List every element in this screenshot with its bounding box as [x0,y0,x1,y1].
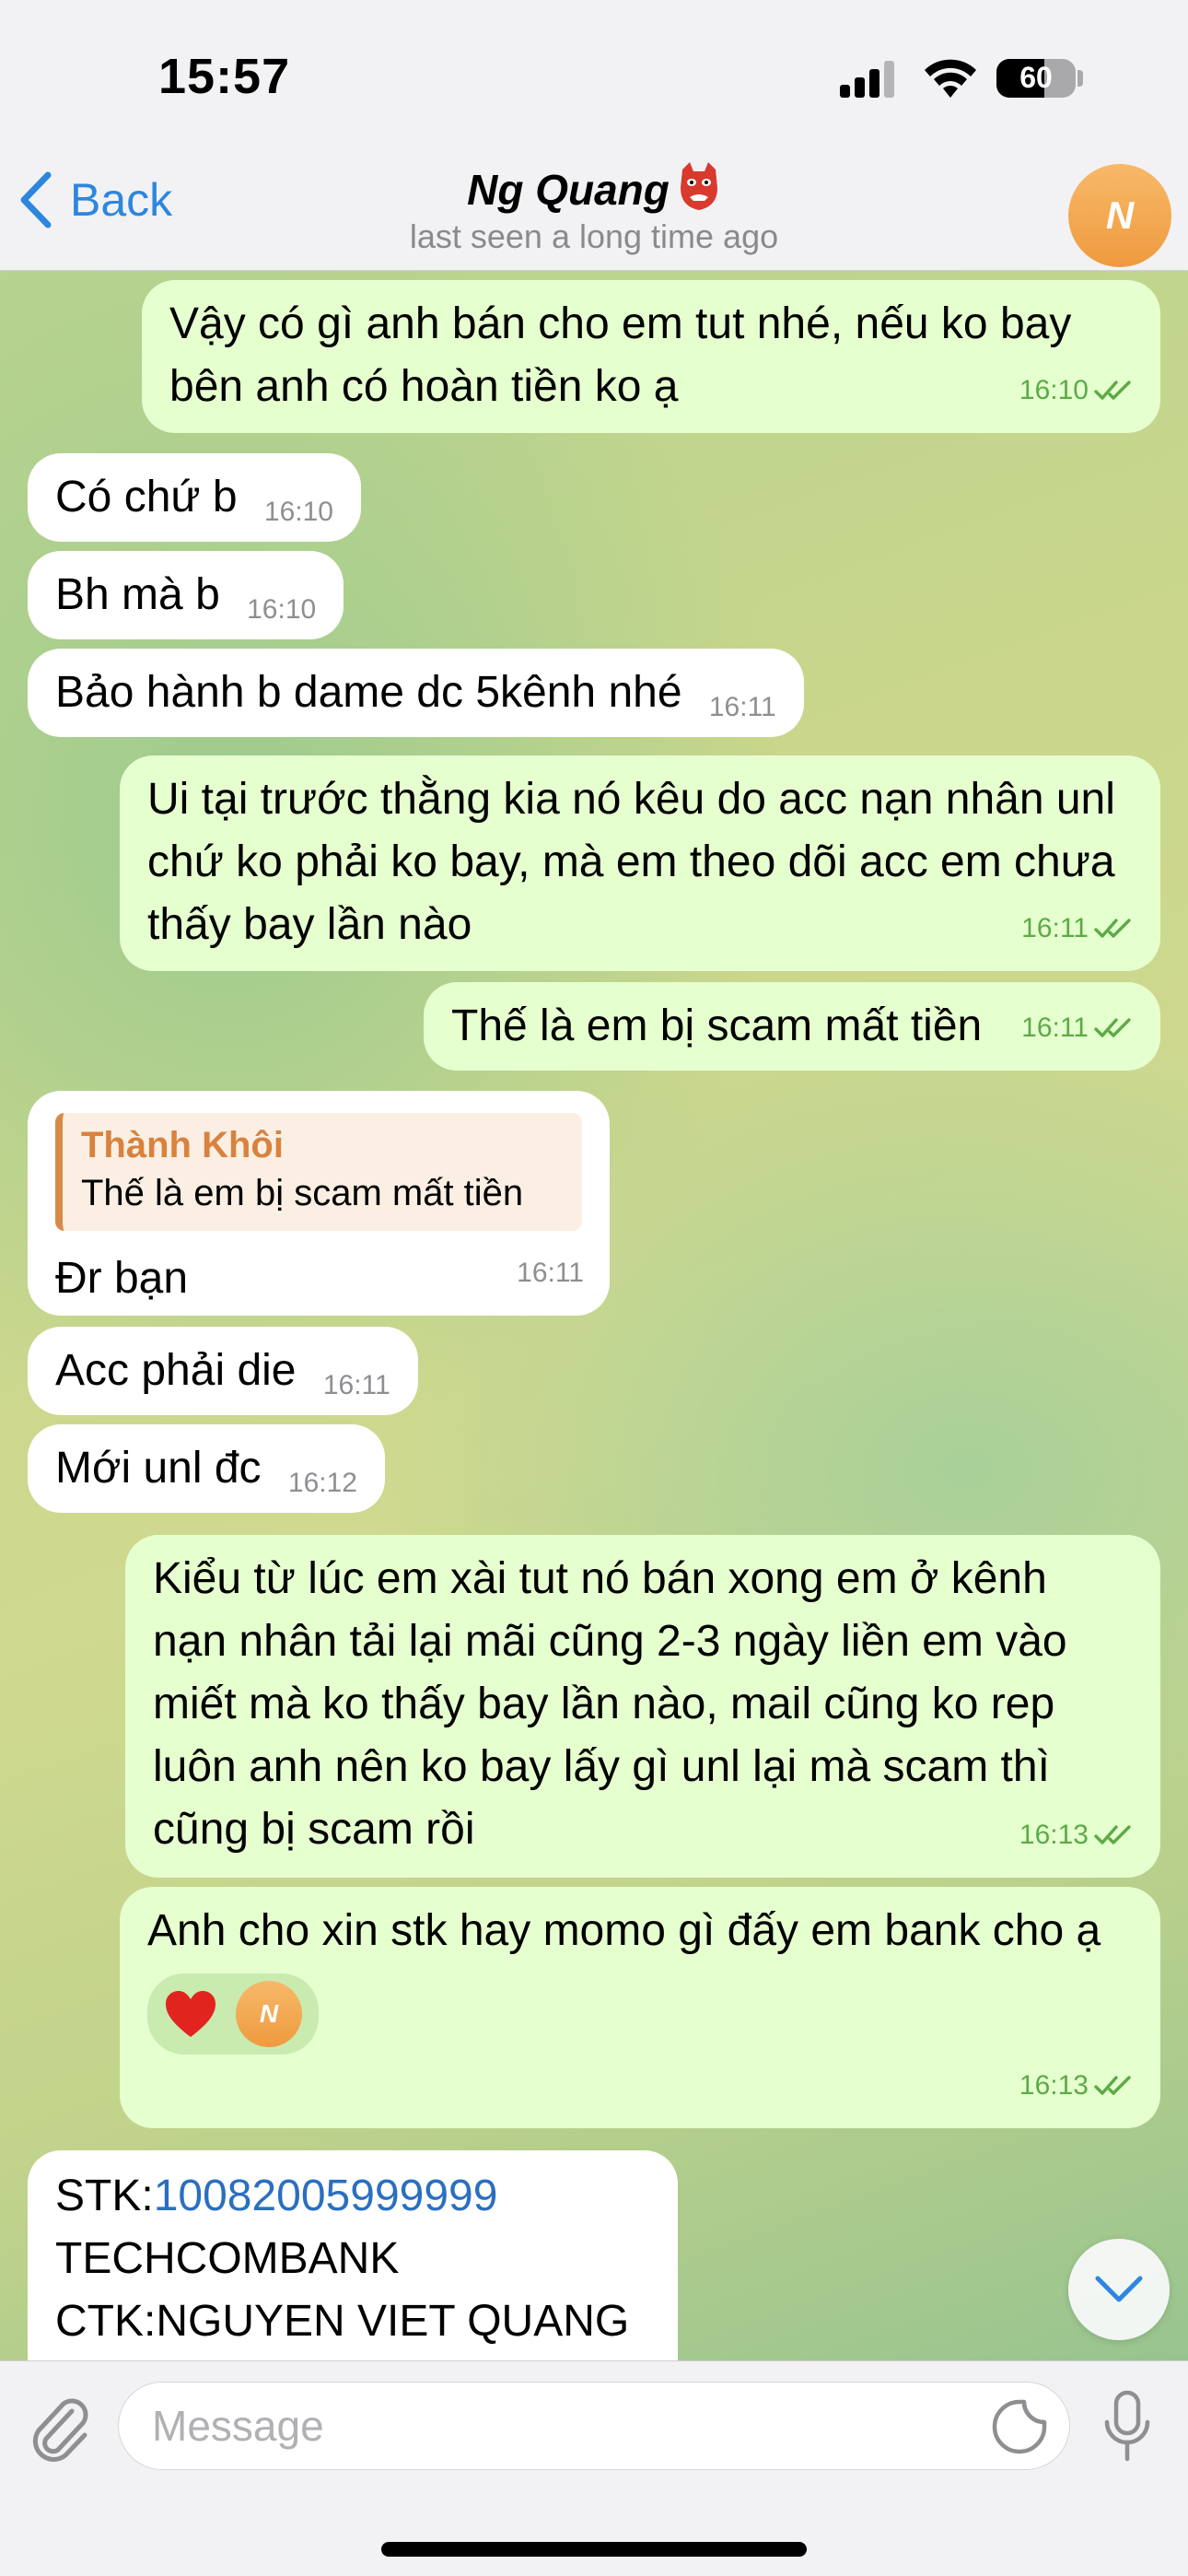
microphone-icon[interactable] [1101,2389,1153,2465]
message-meta: 16:11 [709,676,776,739]
scroll-to-bottom-button[interactable] [1068,2239,1170,2340]
message-text: Vậy có gì anh bán cho em tut nhé, nếu ko… [169,299,1072,411]
message-input[interactable] [118,2382,1070,2470]
message-outgoing[interactable]: Ui tại trước thằng kia nó kêu do acc nạn… [120,755,1160,971]
message-meta: 16:11 [323,1354,390,1417]
bank-name: TECHCOMBANK [55,2234,400,2283]
cellular-signal-icon [840,61,895,98]
message-time: 16:11 [322,1370,390,1400]
goblin-mask-icon [680,162,717,210]
reply-text: Thế là em bị scam mất tiền [81,1173,524,1213]
status-bar: 15:57 60 [0,0,1188,147]
message-meta: 16:11 [517,1242,584,1305]
chat-area[interactable]: Vậy có gì anh bán cho em tut nhé, nếu ko… [0,271,1188,2360]
message-text: Anh cho xin stk hay momo gì đấy em bank … [147,1906,1101,1955]
message-outgoing[interactable]: Kiểu từ lúc em xài tut nó bán xong em ở … [125,1535,1160,1878]
wifi-icon [925,59,976,98]
reply-author: Thành Khôi [81,1125,284,1165]
reply-preview[interactable]: Thành Khôi Thế là em bị scam mất tiền [55,1113,582,1231]
message-time: 16:10 [1019,375,1089,405]
battery-level: 60 [1019,61,1053,94]
battery-icon: 60 [996,59,1076,98]
message-time: 16:12 [287,1468,357,1498]
sticker-icon[interactable] [991,2398,1048,2455]
message-time: 16:11 [517,1258,584,1288]
message-outgoing[interactable]: Anh cho xin stk hay momo gì đấy em bank … [120,1887,1160,2128]
message-text: Kiểu từ lúc em xài tut nó bán xong em ở … [153,1554,1067,1854]
home-indicator [381,2542,807,2557]
message-text: Acc phải die [55,1346,297,1395]
message-incoming-account-info[interactable]: STK:10082005999999 TECHCOMBANK CTK:NGUYE… [28,2150,678,2360]
status-time: 15:57 [158,49,291,104]
message-text: Bh mà b [55,570,220,619]
message-time: 16:11 [708,692,776,722]
message-meta: 16:12 [288,1452,357,1515]
message-meta: 16:10 [1019,359,1135,422]
contact-name-text: Ng Quang [467,166,670,214]
message-incoming-reply[interactable]: Thành Khôi Thế là em bị scam mất tiền Đr… [28,1091,610,1316]
account-holder: CTK:NGUYEN VIET QUANG [55,2297,630,2346]
message-incoming[interactable]: Có chứ b 16:10 [28,453,361,542]
message-incoming[interactable]: Bh mà b 16:10 [28,551,344,639]
message-meta: 16:11 [1021,997,1135,1060]
last-seen-status: last seen a long time ago [409,217,779,255]
double-check-icon [1094,919,1131,938]
message-time: 16:10 [263,497,333,527]
avatar-initial: N [1105,193,1135,237]
message-outgoing[interactable]: Vậy có gì anh bán cho em tut nhé, nếu ko… [142,280,1160,433]
message-time: 16:10 [247,594,317,625]
account-number-link[interactable]: 10082005999999 [154,2172,498,2220]
reactor-avatar: N [236,1981,302,2047]
composer-bar [0,2360,1188,2576]
message-reaction[interactable]: N [147,1973,319,2055]
message-meta: 16:13 [1019,2055,1135,2117]
message-time: 16:11 [1021,913,1089,943]
contact-avatar[interactable]: N [1068,164,1171,267]
message-meta: 16:13 [1019,1804,1135,1867]
message-text: Có chứ b [55,473,238,521]
message-meta: 16:10 [247,579,316,641]
message-text: Bảo hành b dame dc 5kênh nhé [55,668,682,717]
account-number-label: STK: [55,2172,154,2220]
contact-name[interactable]: Ng Quang [0,160,1188,215]
message-meta: 16:10 [264,481,333,544]
message-incoming[interactable]: Mới unl đc 16:12 [28,1424,385,1513]
paperclip-icon[interactable] [28,2391,92,2463]
reactor-initial: N [259,1999,279,2028]
heart-icon [166,1991,215,2037]
battery-tip [1077,70,1083,87]
message-incoming[interactable]: Bảo hành b dame dc 5kênh nhé 16:11 [28,649,804,737]
message-time: 16:13 [1019,2070,1089,2101]
message-meta: 16:11 [1021,897,1135,960]
account-number-line: STK:10082005999999 [55,2165,650,2228]
chevron-down-icon [1095,2276,1143,2302]
double-check-icon [1094,2076,1131,2095]
double-check-icon [1094,1825,1131,1844]
message-text: Mới unl đc [55,1444,262,1493]
message-text: Ui tại trước thằng kia nó kêu do acc nạn… [147,775,1115,949]
message-outgoing[interactable]: Thế là em bị scam mất tiền 16:11 [424,982,1160,1071]
message-text: Đr bạn [55,1254,189,1303]
message-time: 16:11 [1021,1013,1089,1043]
message-time: 16:13 [1019,1820,1089,1850]
message-text: Thế là em bị scam mất tiền [451,1001,983,1050]
message-incoming[interactable]: Acc phải die 16:11 [28,1327,418,1415]
double-check-icon [1094,1018,1131,1037]
double-check-icon [1094,381,1131,400]
chat-header: Back Ng Quang last seen a long time ago … [0,147,1188,271]
